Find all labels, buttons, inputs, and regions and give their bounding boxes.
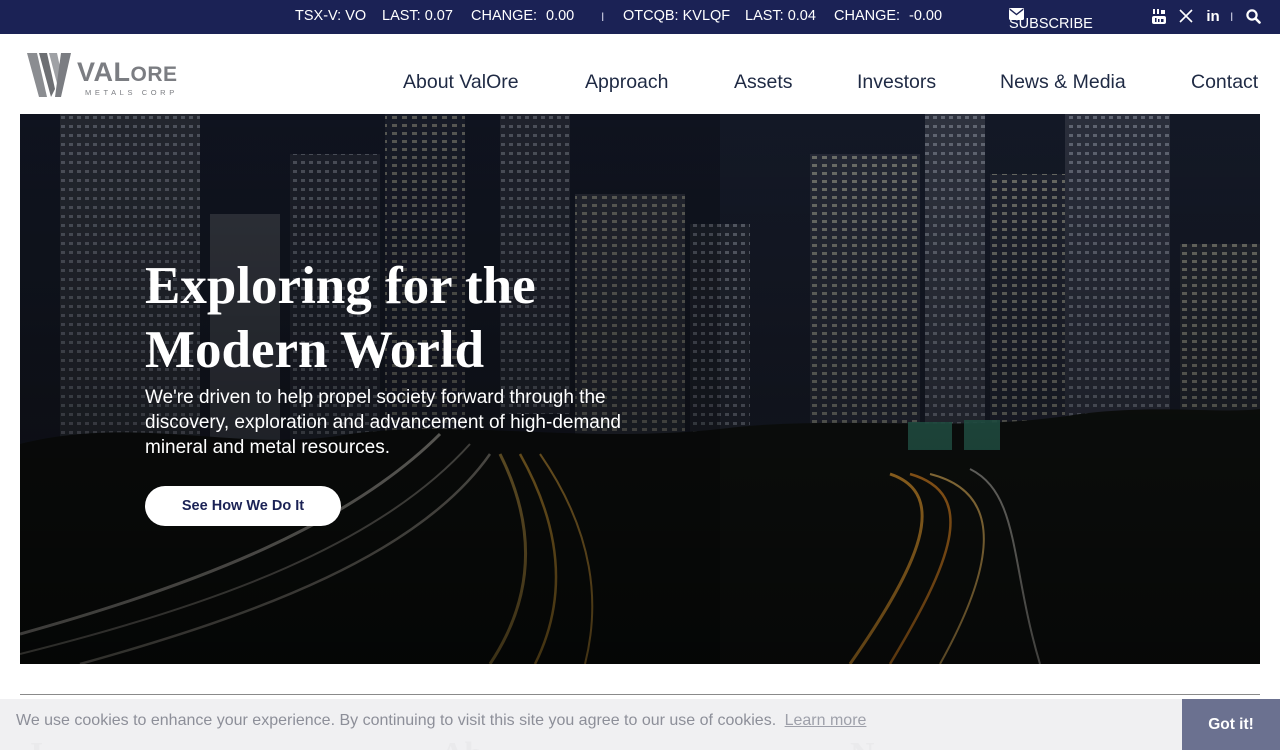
subscribe-link[interactable]: SUBSCRIBE bbox=[1009, 8, 1093, 32]
got-it-button[interactable]: Got it! bbox=[1182, 699, 1280, 750]
nav-investors[interactable]: Investors bbox=[857, 71, 936, 94]
nav-approach[interactable]: Approach bbox=[585, 71, 668, 94]
ticker-bar: TSX-V: VO LAST: 0.07 CHANGE: 0.00 I OTCQ… bbox=[0, 0, 1280, 34]
logo-word-main: VAL bbox=[77, 57, 131, 87]
hero-title: Exploring for the Modern World bbox=[145, 257, 536, 379]
nav-about[interactable]: About ValOre bbox=[403, 71, 519, 94]
logo-word-small: O bbox=[130, 63, 148, 86]
otc-last-price: LAST: 0.04 bbox=[745, 8, 816, 24]
see-how-we-do-it-button[interactable]: See How We Do It bbox=[145, 486, 341, 526]
linkedin-icon-glyph: in bbox=[1206, 7, 1220, 25]
logo-wordmark: VALORE bbox=[77, 57, 178, 88]
tsx-symbol: TSX-V: VO bbox=[295, 8, 367, 24]
search-icon[interactable] bbox=[1244, 8, 1262, 24]
tsx-change-value: 0.00 bbox=[546, 8, 575, 24]
tsx-change-label: CHANGE: bbox=[471, 8, 538, 24]
otc-symbol: OTCQB: KVLQF bbox=[623, 8, 731, 24]
learn-more-link[interactable]: Learn more bbox=[785, 712, 867, 729]
ticker-separator: I bbox=[601, 10, 605, 24]
tsx-last-price: LAST: 0.07 bbox=[382, 8, 453, 24]
hero-description: We're driven to help propel society forw… bbox=[145, 387, 621, 458]
cookie-message: We use cookies to enhance your experienc… bbox=[16, 712, 866, 730]
logo-mark-icon bbox=[27, 53, 71, 97]
youtube-icon[interactable] bbox=[1151, 8, 1167, 24]
otc-change-label: CHANGE: bbox=[834, 8, 901, 24]
valore-logo[interactable]: VALORE METALS CORP bbox=[27, 53, 187, 99]
logo-word-end: RE bbox=[147, 63, 178, 86]
logo-subline: METALS CORP bbox=[85, 88, 178, 97]
otc-change-value: -0.00 bbox=[909, 8, 943, 24]
topbar-separator: I bbox=[1230, 10, 1234, 24]
nav-assets[interactable]: Assets bbox=[734, 71, 793, 94]
section-divider bbox=[20, 694, 1260, 695]
nav-contact[interactable]: Contact bbox=[1191, 71, 1258, 94]
subscribe-label: SUBSCRIBE bbox=[1009, 16, 1093, 32]
cookie-text: We use cookies to enhance your experienc… bbox=[16, 712, 777, 729]
cookie-consent-bar: We use cookies to enhance your experienc… bbox=[0, 699, 1280, 750]
hero-banner: Exploring for the Modern World We're dri… bbox=[20, 114, 1260, 664]
x-twitter-icon[interactable] bbox=[1178, 8, 1194, 24]
linkedin-icon[interactable]: in bbox=[1204, 7, 1222, 25]
site-header: VALORE METALS CORP About ValOre Approach… bbox=[0, 34, 1280, 114]
nav-news-media[interactable]: News & Media bbox=[1000, 71, 1126, 94]
